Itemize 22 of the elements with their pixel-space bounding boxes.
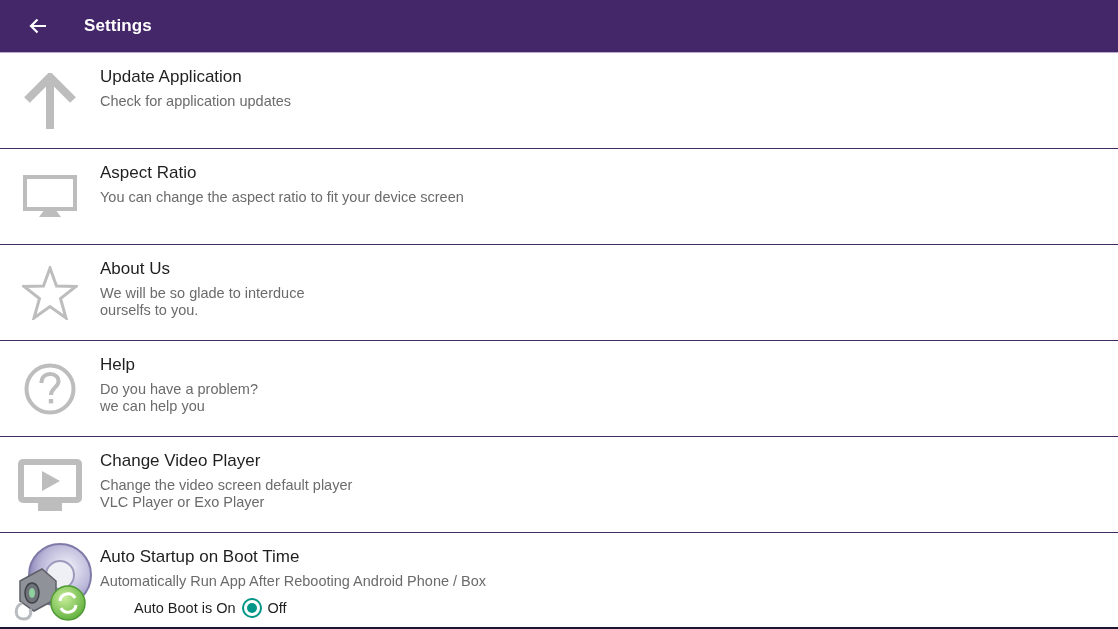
setting-description: Check for application updates xyxy=(100,93,292,110)
setting-title: Auto Startup on Boot Time xyxy=(100,546,300,568)
back-arrow-icon xyxy=(29,18,47,34)
monitor-icon xyxy=(23,174,77,219)
setting-description: Automatically Run App After Rebooting Android Phone / Box xyxy=(100,573,487,590)
setting-description: We will be so glade to interduce ourselfs to you. xyxy=(100,285,305,319)
setting-description: Change the video screen default player VLC Player or Exo Player xyxy=(100,477,353,511)
auto-boot-status: Auto Boot is On xyxy=(134,600,236,616)
setting-title: Update Application xyxy=(100,66,242,88)
setting-description: You can change the aspect ratio to fit your device screen xyxy=(100,189,464,206)
star-icon xyxy=(22,265,78,320)
setting-title: Aspect Ratio xyxy=(100,162,197,184)
setting-title: Change Video Player xyxy=(100,450,261,472)
up-arrow-icon xyxy=(23,72,77,129)
tv-play-icon xyxy=(18,458,82,511)
setting-title: Help xyxy=(100,354,135,376)
setting-description: Do you have a problem? we can help you xyxy=(100,381,258,415)
help-icon xyxy=(24,362,76,415)
off-radio-button[interactable]: Off xyxy=(241,598,287,618)
screen-title: Settings xyxy=(84,16,152,36)
setting-title: About Us xyxy=(100,258,170,280)
key-lock-icon xyxy=(12,541,92,623)
